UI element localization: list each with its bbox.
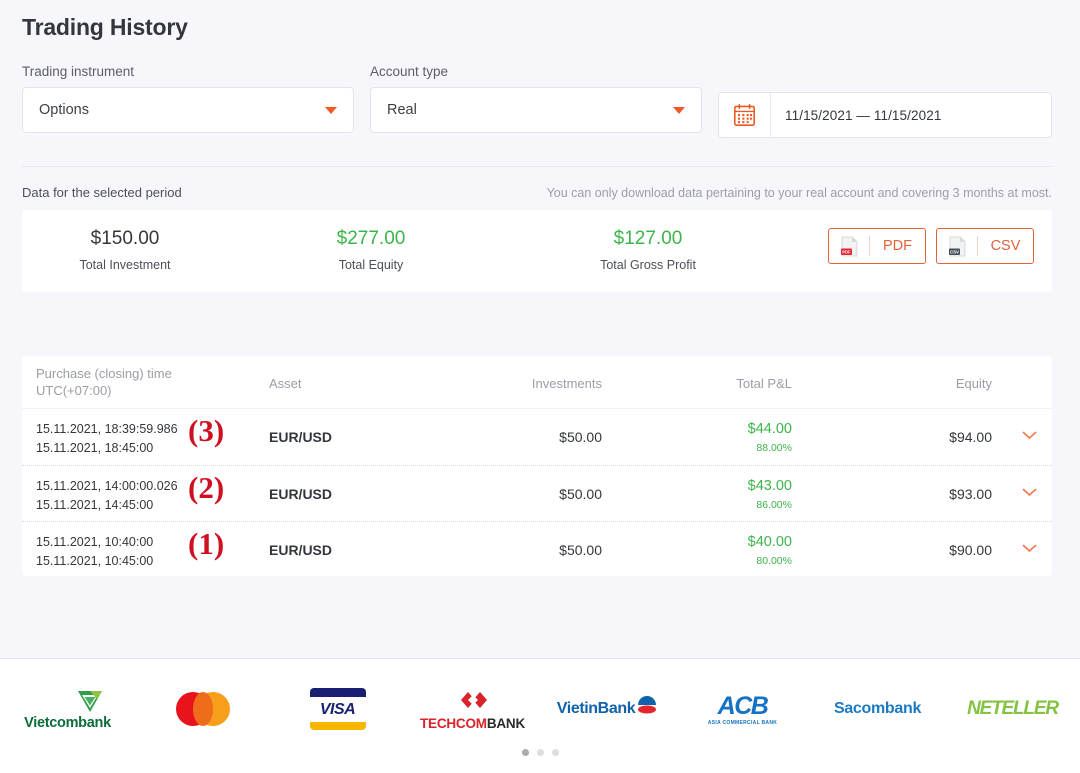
- download-pdf-label: PDF: [883, 238, 912, 254]
- cell-investment: $50.00: [559, 486, 602, 502]
- logo-sacombank: Sacombank: [810, 681, 945, 737]
- logo-neteller: NETELLER: [945, 681, 1080, 737]
- stat-value: $127.00: [613, 228, 683, 249]
- cell-investment: $50.00: [559, 429, 602, 445]
- cell-time: 15.11.2021, 14:00:00.026 15.11.2021, 14:…: [36, 479, 178, 512]
- trading-instrument-field: Trading instrument Options: [22, 64, 354, 133]
- stat-label: Total Gross Profit: [600, 258, 696, 272]
- payment-partners-footer: Vietcombank VISA TECHCOMBANK VietinBank …: [0, 659, 1080, 773]
- cell-equity: $94.00: [949, 429, 992, 445]
- trading-instrument-value: Options: [39, 102, 89, 118]
- period-label: Data for the selected period: [22, 185, 182, 200]
- annotation-marker: (3): [188, 413, 225, 448]
- column-header-equity: Equity: [955, 376, 992, 391]
- account-type-label: Account type: [370, 64, 449, 79]
- download-pdf-button[interactable]: PDF PDF: [828, 228, 926, 264]
- carousel-dot-2[interactable]: [536, 749, 544, 756]
- carousel-dot-3[interactable]: [551, 749, 559, 756]
- logo-label: ACB: [717, 691, 769, 720]
- account-type-value: Real: [387, 102, 417, 118]
- carousel-dots: [0, 749, 1080, 756]
- logo-vietcombank: Vietcombank: [0, 681, 135, 737]
- summary-stats-card: $150.00 Total Investment $277.00 Total E…: [22, 210, 1052, 292]
- trades-table: Purchase (closing) time UTC(+07:00) Asse…: [22, 356, 1052, 576]
- svg-text:CSV: CSV: [950, 249, 959, 254]
- column-header-total-pl: Total P&L: [736, 376, 792, 391]
- logo-acb: ACB ASIA COMMERCIAL BANK: [675, 681, 810, 737]
- techcombank-diamond-icon: [460, 691, 487, 708]
- caret-down-icon: [325, 107, 337, 114]
- column-header-investments: Investments: [531, 376, 602, 391]
- vietcombank-shield-icon: [78, 690, 103, 712]
- cell-total-pl: $43.00 86.00%: [747, 478, 792, 511]
- download-restriction-note: You can only download data pertaining to…: [546, 186, 1052, 200]
- table-row[interactable]: 15.11.2021, 18:39:59.986 15.11.2021, 18:…: [22, 409, 1052, 465]
- logo-vietinbank: VietinBank: [540, 681, 675, 737]
- logo-label: VietinBank: [556, 700, 636, 717]
- account-type-select[interactable]: Real: [370, 87, 702, 133]
- stat-value: $277.00: [336, 228, 406, 249]
- period-row: Data for the selected period You can onl…: [22, 185, 1052, 207]
- carousel-dot-1[interactable]: [521, 749, 529, 756]
- table-row[interactable]: 15.11.2021, 10:40:00 15.11.2021, 10:45:0…: [22, 521, 1052, 577]
- logo-label: NETELLER: [967, 698, 1059, 719]
- stat-label: Total Investment: [79, 258, 171, 272]
- download-buttons: PDF PDF CSV CSV: [828, 228, 1034, 264]
- annotation-marker: (1): [188, 526, 225, 561]
- table-header-row: Purchase (closing) time UTC(+07:00) Asse…: [22, 356, 1052, 409]
- column-header-time: Purchase (closing) time UTC(+07:00): [36, 366, 172, 398]
- vietinbank-mark-icon: [638, 696, 657, 714]
- logo-label: VISA: [319, 700, 356, 718]
- cell-asset: EUR/USD: [269, 542, 333, 558]
- stat-value: $150.00: [90, 228, 160, 249]
- date-range-value: 11/15/2021 — 11/15/2021: [785, 107, 942, 123]
- download-csv-label: CSV: [990, 238, 1021, 254]
- cell-time: 15.11.2021, 18:39:59.986 15.11.2021, 18:…: [36, 422, 178, 455]
- stat-total-gross-profit: $127.00 Total Gross Profit: [553, 228, 743, 272]
- trading-instrument-select[interactable]: Options: [22, 87, 354, 133]
- logo-visa: VISA: [270, 681, 405, 737]
- logo-label-part2: BANK: [486, 715, 526, 731]
- caret-down-icon: [673, 107, 685, 114]
- logo-label: Vietcombank: [24, 714, 111, 731]
- column-header-asset: Asset: [269, 376, 302, 391]
- cell-total-pl: $44.00 88.00%: [747, 421, 792, 454]
- filters-bar: Trading instrument Options Account type …: [22, 64, 1052, 142]
- cell-total-pl: $40.00 80.00%: [747, 534, 792, 567]
- cell-equity: $90.00: [949, 542, 992, 558]
- cell-investment: $50.00: [559, 542, 602, 558]
- page-title: Trading History: [22, 14, 188, 40]
- trading-instrument-label: Trading instrument: [22, 64, 135, 79]
- cell-time: 15.11.2021, 10:40:00 15.11.2021, 10:45:0…: [36, 535, 154, 568]
- download-csv-button[interactable]: CSV CSV: [936, 228, 1034, 264]
- cell-equity: $93.00: [949, 486, 992, 502]
- table-row[interactable]: 15.11.2021, 14:00:00.026 15.11.2021, 14:…: [22, 465, 1052, 521]
- stat-label: Total Equity: [338, 258, 404, 272]
- logo-subtitle: ASIA COMMERCIAL BANK: [707, 719, 778, 726]
- annotation-marker: (2): [188, 470, 225, 505]
- filters-divider: [22, 166, 1052, 167]
- cell-asset: EUR/USD: [269, 429, 333, 445]
- pdf-file-icon: PDF: [829, 236, 869, 257]
- trading-history-page: Trading History Trading instrument Optio…: [0, 0, 1080, 773]
- partner-logos: Vietcombank VISA TECHCOMBANK VietinBank …: [0, 681, 1080, 737]
- account-type-field: Account type Real: [370, 64, 702, 133]
- date-range-picker[interactable]: 11/15/2021 — 11/15/2021: [718, 92, 1052, 138]
- chevron-down-icon[interactable]: [1022, 488, 1037, 497]
- logo-mastercard: [135, 681, 270, 737]
- mastercard-circles-icon: [175, 692, 230, 726]
- calendar-icon: [719, 93, 771, 137]
- chevron-down-icon[interactable]: [1022, 544, 1037, 553]
- chevron-down-icon[interactable]: [1022, 431, 1037, 440]
- csv-file-icon: CSV: [937, 236, 977, 257]
- svg-text:PDF: PDF: [842, 249, 851, 254]
- logo-techcombank: TECHCOMBANK: [405, 681, 540, 737]
- stat-total-equity: $277.00 Total Equity: [276, 228, 466, 272]
- stat-total-investment: $150.00 Total Investment: [30, 228, 220, 272]
- logo-label-part1: TECHCOM: [419, 715, 487, 731]
- logo-label: Sacombank: [833, 700, 922, 717]
- cell-asset: EUR/USD: [269, 486, 333, 502]
